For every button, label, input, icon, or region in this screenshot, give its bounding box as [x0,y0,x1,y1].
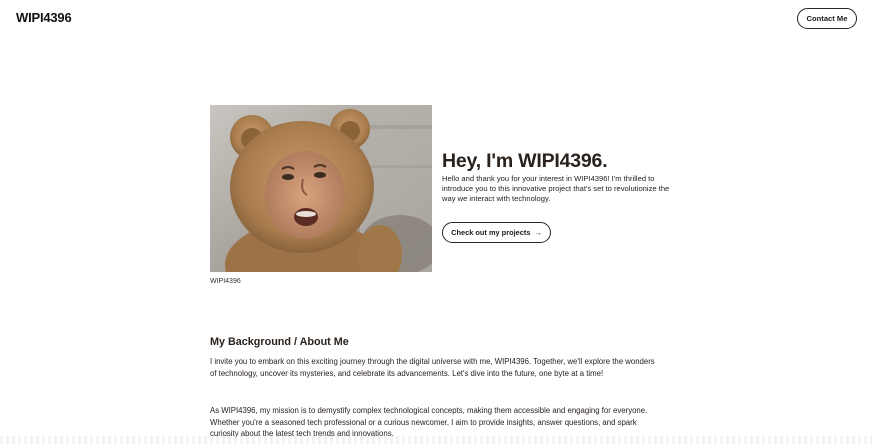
bottom-edge-fade [0,436,872,444]
check-out-projects-button[interactable]: Check out my projects → [442,222,551,243]
projects-button-label: Check out my projects [451,228,531,237]
top-navigation-bar: WIPI4396 Contact Me [0,0,872,40]
arrow-right-icon: → [534,228,542,237]
image-caption: WIPI4396 [210,278,241,285]
hero-heading: Hey, I'm WIPI4396. [442,150,608,172]
contact-me-button[interactable]: Contact Me [797,8,857,29]
about-section-title: My Background / About Me [210,336,349,348]
site-brand[interactable]: WIPI4396 [16,10,72,25]
hero-intro-text: Hello and thank you for your interest in… [442,174,670,204]
about-paragraph-1: I invite you to embark on this exciting … [210,357,655,378]
bear-plush-illustration [210,105,432,272]
about-paragraph-2: As WIPI4396, my mission is to demystify … [210,406,648,439]
hero-photo-bear-plush [210,105,432,272]
